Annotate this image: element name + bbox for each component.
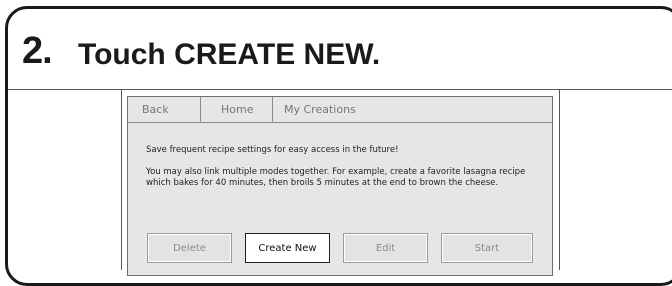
column-divider-left <box>121 90 122 270</box>
info-text-primary: Save frequent recipe settings for easy a… <box>146 145 399 155</box>
info-text-secondary: You may also link multiple modes togethe… <box>146 167 526 188</box>
create-new-button[interactable]: Create New <box>245 233 330 263</box>
oven-touchscreen: Back Home My Creations Save frequent rec… <box>127 96 553 276</box>
step-title: Touch CREATE NEW. <box>78 38 381 71</box>
tab-my-creations[interactable]: My Creations <box>273 97 552 122</box>
tab-back[interactable]: Back <box>128 97 201 122</box>
edit-button[interactable]: Edit <box>343 233 428 263</box>
start-button[interactable]: Start <box>441 233 533 263</box>
tab-bar: Back Home My Creations <box>128 97 552 123</box>
step-number: 2. <box>22 30 53 72</box>
delete-button[interactable]: Delete <box>147 233 232 263</box>
column-divider-right <box>559 90 560 270</box>
tab-home[interactable]: Home <box>201 97 273 122</box>
header-divider <box>8 89 672 90</box>
